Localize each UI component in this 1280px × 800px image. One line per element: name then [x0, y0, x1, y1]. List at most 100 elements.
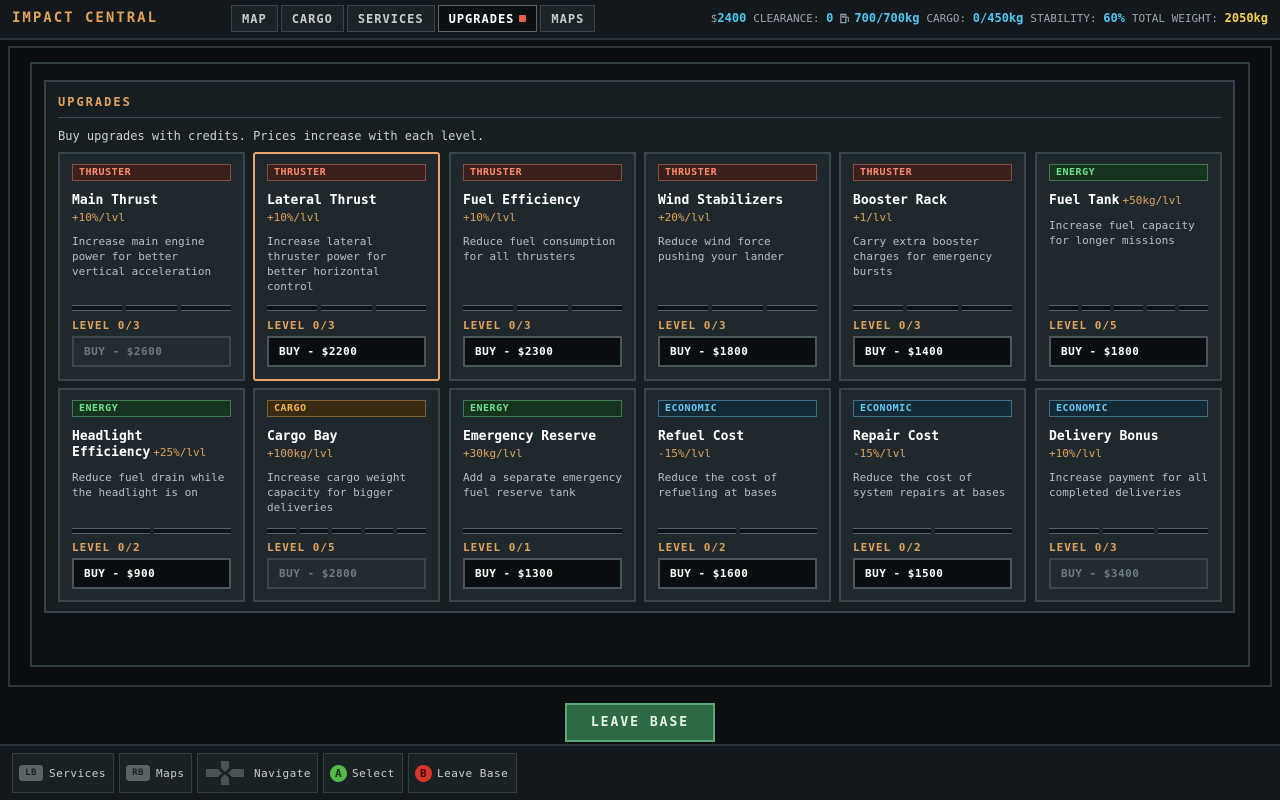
upgrade-description: Increase fuel capacity for longer missio…: [1049, 219, 1195, 247]
tab-label: MAP: [242, 11, 267, 26]
category-badge: THRUSTER: [72, 164, 231, 181]
buy-button: BUY - $3400: [1049, 558, 1208, 589]
upgrade-name: Emergency Reserve: [463, 429, 628, 445]
tab-label: UPGRADES: [448, 11, 515, 26]
level-segment: [1157, 528, 1208, 534]
upgrade-bonus: +10%/lvl: [463, 211, 516, 224]
level-progress-bar: [72, 528, 231, 534]
level-segment: [72, 305, 123, 311]
nav-tabs: MAP CARGO SERVICES UPGRADES MAPS: [231, 5, 596, 32]
level-progress-bar: [658, 305, 817, 311]
level-progress-bar: [72, 305, 231, 311]
buy-button[interactable]: BUY - $1800: [1049, 336, 1208, 367]
buy-button[interactable]: BUY - $1600: [658, 558, 817, 589]
level-progress-bar: [463, 305, 622, 311]
dpad-icon: [206, 761, 244, 785]
level-indicator: LEVEL 0/3: [463, 319, 532, 332]
upgrade-card-lateral-thrust[interactable]: THRUSTER Lateral Thrust +10%/lvl Increase l…: [253, 152, 440, 381]
upgrade-card-fuel-tank[interactable]: ENERGY Fuel Tank +50kg/lvl Increase fuel ca…: [1035, 152, 1222, 381]
upgrade-name: Lateral Thrust: [267, 193, 432, 209]
upgrade-name-text: Lateral Thrust: [267, 193, 377, 208]
hint-label: Navigate: [254, 766, 311, 780]
upgrade-bonus: -15%/lvl: [853, 447, 906, 460]
stability-value: 60%: [1103, 11, 1125, 25]
category-badge: ENERGY: [72, 400, 231, 417]
clearance-label: CLEARANCE:: [753, 11, 820, 25]
credits-value: 2400: [717, 11, 747, 25]
level-progress-bar: [658, 528, 817, 534]
upgrades-panel: UPGRADES Buy upgrades with credits. Pric…: [44, 80, 1235, 613]
upgrade-name-text: Refuel Cost: [658, 429, 745, 444]
panel-title: UPGRADES: [58, 95, 132, 109]
status-readout: $2400 CLEARANCE: 0 700/700kg CARGO: 0/45…: [711, 11, 1268, 25]
upgrade-name: Repair Cost: [853, 429, 1018, 445]
upgrade-card-delivery-bonus[interactable]: ECONOMIC Delivery Bonus +10%/lvl Increase p…: [1035, 388, 1222, 602]
rb-button-icon: RB: [126, 765, 150, 781]
buy-button: BUY - $2600: [72, 336, 231, 367]
credits-symbol: $: [710, 11, 718, 25]
buy-button[interactable]: BUY - $1300: [463, 558, 622, 589]
buy-button[interactable]: BUY - $1400: [853, 336, 1012, 367]
upgrade-card-main-thrust[interactable]: THRUSTER Main Thrust +10%/lvl Increase main…: [58, 152, 245, 381]
buy-button[interactable]: BUY - $2200: [267, 336, 426, 367]
level-segment: [1146, 305, 1176, 311]
level-segment: [375, 305, 426, 311]
tab-services[interactable]: SERVICES: [346, 5, 435, 32]
base-title: IMPACT CENTRAL: [12, 10, 159, 26]
upgrade-description: Reduce the cost of refueling at bases: [658, 471, 778, 499]
upgrade-description: Increase lateral thruster power for bett…: [267, 235, 387, 293]
level-segment: [853, 528, 931, 534]
level-segment: [180, 305, 231, 311]
upgrade-bonus: +10%/lvl: [72, 211, 125, 224]
upgrade-card-repair-cost[interactable]: ECONOMIC Repair Cost -15%/lvl Reduce the co…: [839, 388, 1026, 602]
tab-upgrades[interactable]: UPGRADES: [437, 5, 538, 32]
upgrade-bonus: +10%/lvl: [267, 211, 320, 224]
level-segment: [267, 305, 318, 311]
level-indicator: LEVEL 0/3: [658, 319, 727, 332]
category-badge: THRUSTER: [463, 164, 622, 181]
tab-cargo[interactable]: CARGO: [280, 5, 344, 32]
tab-maps[interactable]: MAPS: [540, 5, 596, 32]
upgrade-card-refuel-cost[interactable]: ECONOMIC Refuel Cost -15%/lvl Reduce the co…: [644, 388, 831, 602]
tab-label: CARGO: [291, 11, 333, 26]
hint-label: Leave Base: [437, 766, 509, 780]
level-progress-bar: [1049, 528, 1208, 534]
upgrade-bonus: +100kg/lvl: [267, 447, 334, 460]
hint-label: Services: [49, 766, 106, 780]
upgrade-name-text: Headlight Efficiency: [72, 429, 151, 460]
buy-button[interactable]: BUY - $1800: [658, 336, 817, 367]
level-segment: [853, 305, 904, 311]
buy-button[interactable]: BUY - $900: [72, 558, 231, 589]
level-segment: [126, 305, 177, 311]
upgrade-description: Add a separate emergency fuel reserve ta…: [463, 471, 622, 499]
panel-subtitle: Buy upgrades with credits. Prices increa…: [58, 129, 485, 143]
buy-button[interactable]: BUY - $2300: [463, 336, 622, 367]
level-indicator: LEVEL 0/3: [853, 319, 922, 332]
weight-label: TOTAL WEIGHT:: [1131, 11, 1219, 25]
upgrade-card-wind-stabilizers[interactable]: THRUSTER Wind Stabilizers +20%/lvl Reduce w…: [644, 152, 831, 381]
clearance-value: 0: [826, 11, 834, 25]
upgrade-card-emergency-reserve[interactable]: ENERGY Emergency Reserve +30kg/lvl Add a se…: [449, 388, 636, 602]
level-segment: [364, 528, 394, 534]
level-segment: [961, 305, 1012, 311]
tab-label: SERVICES: [357, 11, 424, 26]
leave-base-button[interactable]: LEAVE BASE: [565, 703, 715, 742]
upgrade-bonus: +20%/lvl: [658, 211, 711, 224]
buy-button: BUY - $2800: [267, 558, 426, 589]
hint-services[interactable]: LB Services: [12, 753, 114, 793]
hint-leave-base[interactable]: B Leave Base: [408, 753, 517, 793]
upgrade-card-headlight-efficiency[interactable]: ENERGY Headlight Efficiency +25%/lvl Reduce…: [58, 388, 245, 602]
buy-button[interactable]: BUY - $1500: [853, 558, 1012, 589]
upgrade-card-booster-rack[interactable]: THRUSTER Booster Rack +1/lvl Carry extra bo…: [839, 152, 1026, 381]
level-segment: [1049, 305, 1078, 311]
level-indicator: LEVEL 0/5: [267, 541, 336, 554]
tab-map[interactable]: MAP: [231, 5, 278, 32]
panel-divider: [58, 117, 1221, 118]
level-segment: [766, 305, 817, 311]
level-indicator: LEVEL 0/1: [463, 541, 532, 554]
hint-maps[interactable]: RB Maps: [119, 753, 192, 793]
tab-label: MAPS: [551, 11, 585, 26]
upgrade-card-cargo-bay[interactable]: CARGO Cargo Bay +100kg/lvl Increase cargo w…: [253, 388, 440, 602]
upgrade-card-fuel-efficiency[interactable]: THRUSTER Fuel Efficiency +10%/lvl Reduce fu…: [449, 152, 636, 381]
upgrade-description: Increase main engine power for better ve…: [72, 235, 212, 278]
